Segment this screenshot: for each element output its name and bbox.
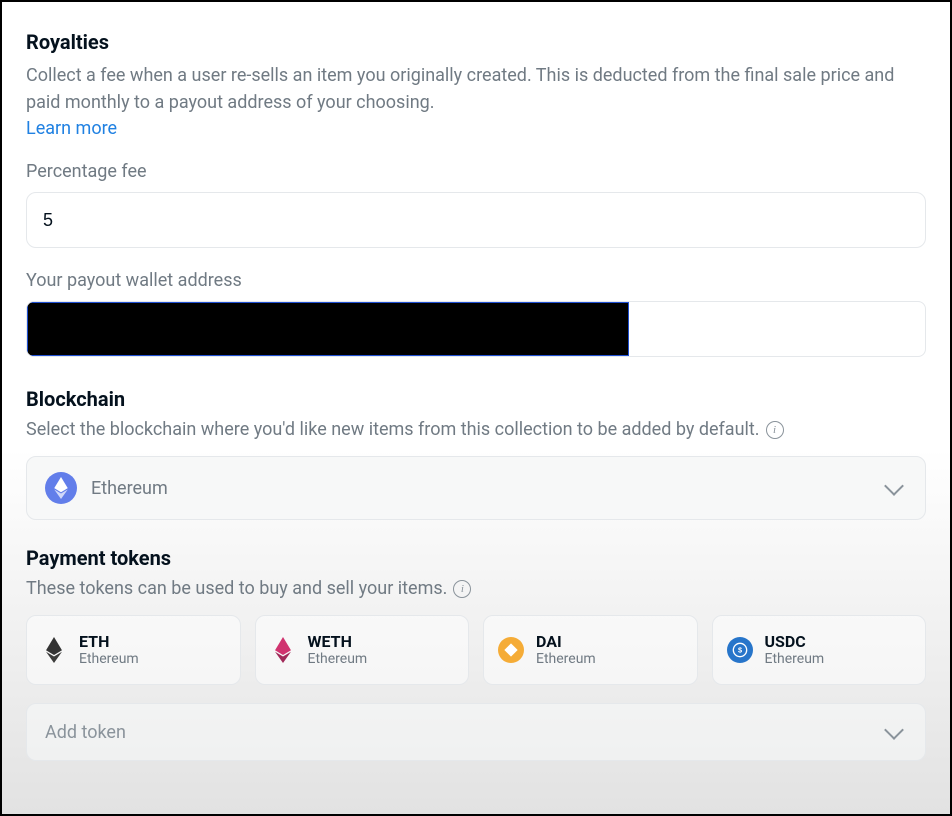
chevron-down-icon [884, 476, 904, 496]
token-symbol: WETH [308, 632, 368, 651]
token-card-usdc[interactable]: $ USDC Ethereum [712, 615, 927, 685]
payout-address-input[interactable] [26, 301, 926, 357]
token-symbol: DAI [536, 632, 596, 651]
token-card-eth[interactable]: ETH Ethereum [26, 615, 241, 685]
chevron-down-icon [884, 720, 904, 740]
blockchain-select[interactable]: Ethereum [26, 456, 926, 520]
token-chain: Ethereum [79, 651, 139, 668]
percentage-fee-label: Percentage fee [26, 161, 926, 182]
usdc-icon: $ [727, 637, 753, 663]
blockchain-title: Blockchain [26, 387, 926, 411]
token-card-dai[interactable]: DAI Ethereum [483, 615, 698, 685]
token-card-weth[interactable]: WETH Ethereum [255, 615, 470, 685]
info-icon[interactable]: i [766, 421, 784, 439]
royalties-title: Royalties [26, 30, 926, 54]
weth-icon [270, 637, 296, 663]
payment-tokens-title: Payment tokens [26, 546, 926, 570]
blockchain-section: Blockchain Select the blockchain where y… [26, 387, 926, 520]
payment-tokens-section: Payment tokens These tokens can be used … [26, 546, 926, 761]
token-list: ETH Ethereum WETH Ethereum DAI Ethereum [26, 615, 926, 685]
royalties-section: Royalties Collect a fee when a user re-s… [26, 30, 926, 357]
blockchain-description: Select the blockchain where you'd like n… [26, 419, 760, 440]
ethereum-icon [45, 472, 77, 504]
token-chain: Ethereum [536, 651, 596, 668]
add-token-select[interactable]: Add token [26, 703, 926, 761]
svg-text:$: $ [737, 646, 741, 655]
token-symbol: USDC [765, 632, 825, 651]
info-icon[interactable]: i [453, 580, 471, 598]
eth-icon [41, 637, 67, 663]
add-token-label: Add token [45, 722, 126, 743]
redacted-value [27, 302, 629, 356]
dai-icon [498, 637, 524, 663]
payment-tokens-description: These tokens can be used to buy and sell… [26, 578, 447, 599]
token-symbol: ETH [79, 632, 139, 651]
payout-address-label: Your payout wallet address [26, 270, 926, 291]
blockchain-selected-value: Ethereum [91, 478, 168, 499]
learn-more-link[interactable]: Learn more [26, 118, 117, 139]
royalties-description: Collect a fee when a user re-sells an it… [26, 62, 926, 116]
token-chain: Ethereum [765, 651, 825, 668]
percentage-fee-input[interactable] [26, 192, 926, 248]
token-chain: Ethereum [308, 651, 368, 668]
